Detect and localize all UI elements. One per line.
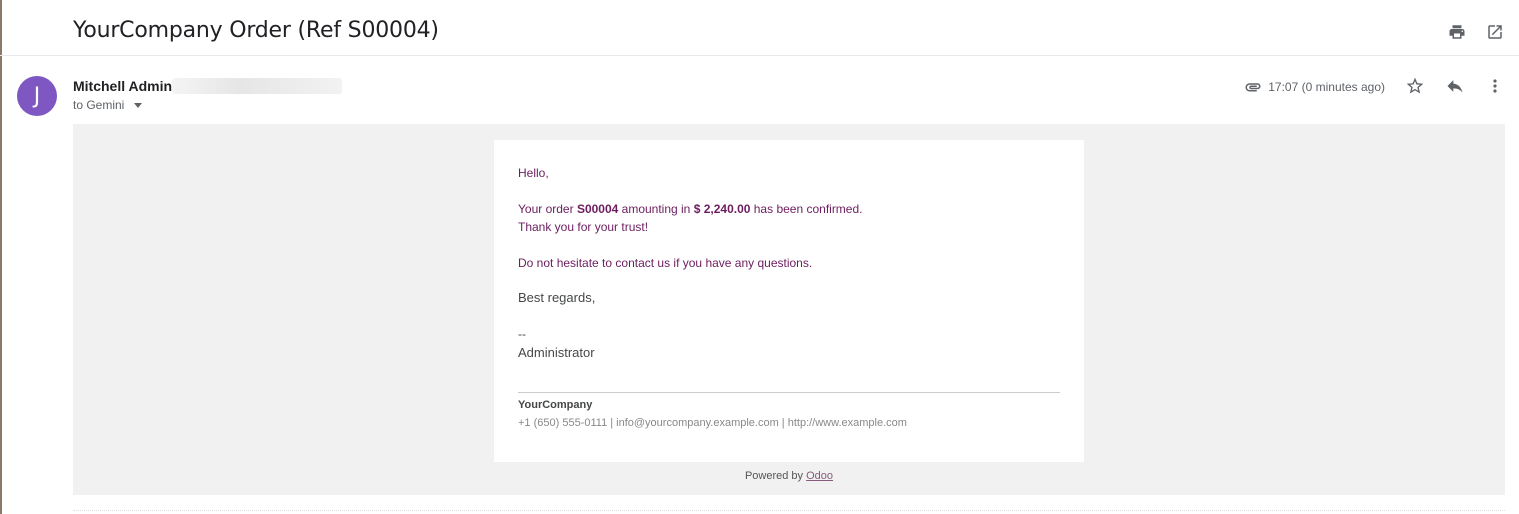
message-actions — [1405, 76, 1505, 96]
recipient-label: to Gemini — [73, 98, 125, 112]
order-confirmation-line: Your order S00004 amounting in $ 2,240.0… — [518, 202, 863, 216]
footer-divider — [518, 392, 1060, 393]
recipient-line[interactable]: to Gemini — [73, 98, 143, 112]
reply-icon[interactable] — [1445, 76, 1465, 96]
sender-name[interactable]: Mitchell Admin — [73, 78, 172, 94]
chevron-down-icon[interactable] — [134, 103, 143, 108]
message-card: Hello, Your order S00004 amounting in $ … — [494, 140, 1084, 462]
message-time: 17:07 (0 minutes ago) — [1268, 80, 1385, 94]
regards: Best regards, — [518, 290, 596, 305]
contact-invite-line: Do not hesitate to contact us if you hav… — [518, 256, 813, 270]
open-in-new-icon[interactable] — [1485, 22, 1505, 42]
subject-bar: YourCompany Order (Ref S00004) — [0, 0, 1519, 56]
signature-separator: -- — [518, 327, 526, 341]
order-amount: $ 2,240.00 — [693, 202, 751, 216]
thanks-line: Thank you for your trust! — [518, 220, 649, 234]
company-contact: +1 (650) 555-0111 | info@yourcompany.exa… — [518, 417, 907, 429]
message-meta: 17:07 (0 minutes ago) — [1244, 78, 1385, 96]
bottom-divider — [73, 510, 1505, 511]
paperclip-icon — [1245, 83, 1261, 92]
star-icon[interactable] — [1405, 76, 1425, 96]
order-reference: S00004 — [576, 202, 619, 216]
signature-name: Administrator — [518, 345, 595, 360]
print-icon[interactable] — [1447, 22, 1467, 42]
sender-email-redacted — [172, 78, 342, 94]
window-edge — [0, 0, 2, 514]
sender-avatar[interactable]: J — [17, 76, 57, 116]
more-vert-icon[interactable] — [1485, 76, 1505, 96]
odoo-link[interactable]: Odoo — [806, 470, 833, 482]
greeting: Hello, — [518, 166, 549, 180]
powered-by: Powered by Odoo — [744, 470, 834, 482]
company-name: YourCompany — [518, 399, 593, 411]
email-body: Hello, Your order S00004 amounting in $ … — [73, 124, 1505, 495]
subject-actions — [1447, 22, 1505, 42]
email-subject: YourCompany Order (Ref S00004) — [73, 18, 439, 43]
